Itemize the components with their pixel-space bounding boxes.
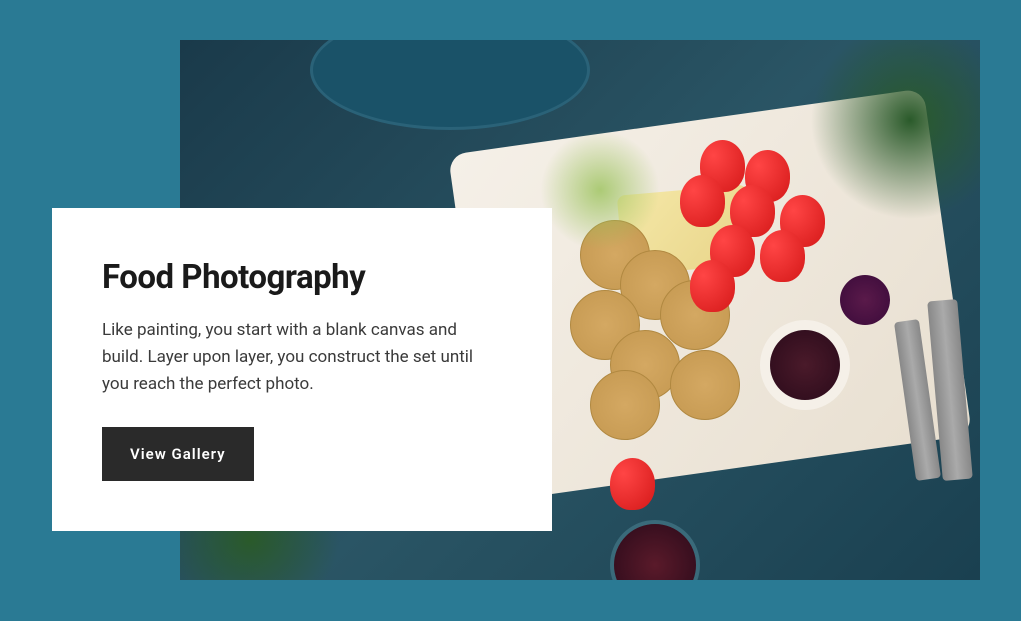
view-gallery-button[interactable]: View Gallery [102,427,254,481]
page-background: Food Photography Like painting, you star… [0,0,1021,621]
hero-section: Food Photography Like painting, you star… [10,10,1011,611]
hero-title: Food Photography [102,258,502,297]
hero-content-card: Food Photography Like painting, you star… [52,208,552,531]
decorative-flower [840,275,890,325]
decorative-strawberry [610,458,655,510]
decorative-greenery-top [810,40,980,220]
hero-description: Like painting, you start with a blank ca… [102,317,502,399]
decorative-wine-glass [610,520,700,580]
decorative-jam-bowl [760,320,850,410]
decorative-plate [310,40,590,130]
